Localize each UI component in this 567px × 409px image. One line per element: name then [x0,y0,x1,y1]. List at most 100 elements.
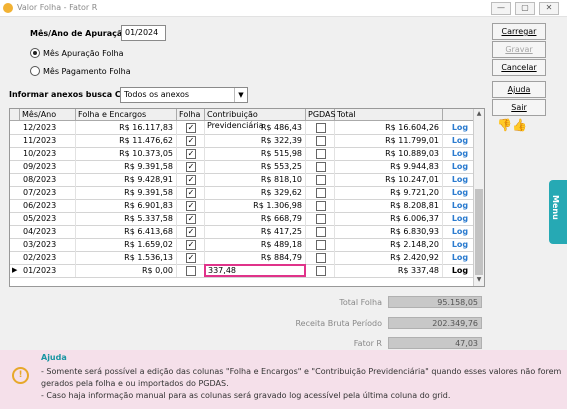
log-link[interactable]: Log [448,121,472,134]
cell-mes-ano[interactable]: 10/2023 [20,147,76,160]
pgdas-checkbox[interactable] [316,214,326,224]
cell-contribuicao[interactable]: R$ 489,18 [205,238,306,251]
table-row[interactable]: 11/2023 R$ 11.476,62 ✓ R$ 322,39 R$ 11.799,0… [10,134,474,148]
pgdas-checkbox[interactable] [316,136,326,146]
table-row[interactable]: 08/2023 R$ 9.428,91 ✓ R$ 818,10 R$ 10.247,01… [10,173,474,187]
scroll-down-icon[interactable]: ▼ [475,276,483,284]
folha-checkbox[interactable]: ✓ [186,188,196,198]
chevron-down-icon[interactable]: ▼ [234,88,247,102]
close-button[interactable]: ✕ [539,2,559,15]
gravar-button[interactable]: Gravar [492,41,546,58]
folha-checkbox[interactable]: ✓ [186,227,196,237]
header-folha[interactable]: Folha [177,109,205,120]
menu-side-tab[interactable]: Menu [549,180,567,244]
header-contribuicao[interactable]: Contribuição Previdenciária [205,109,306,130]
folha-checkbox[interactable]: ✓ [186,253,196,263]
log-link[interactable]: Log [448,199,472,212]
table-row[interactable]: ▶ 01/2023 R$ 0,00 337,48 R$ 337,48 Log [10,264,474,278]
contribuicao-edit-input[interactable]: 337,48 [204,264,306,277]
log-link[interactable]: Log [448,264,472,277]
table-row[interactable]: 12/2023 R$ 16.117,83 ✓ R$ 486,43 R$ 16.604,2… [10,121,474,135]
log-link[interactable]: Log [448,134,472,147]
cell-contribuicao[interactable]: R$ 884,79 [205,251,306,264]
cell-folha-encargos[interactable]: R$ 1.536,13 [76,251,177,264]
cell-mes-ano[interactable]: 08/2023 [20,173,76,186]
cell-folha-encargos[interactable]: R$ 9.428,91 [76,173,177,186]
cell-folha-encargos[interactable]: R$ 6.413,68 [76,225,177,238]
table-row[interactable]: 02/2023 R$ 1.536,13 ✓ R$ 884,79 R$ 2.420,92 L… [10,251,474,265]
maximize-button[interactable]: ▢ [515,2,535,15]
table-row[interactable]: 04/2023 R$ 6.413,68 ✓ R$ 417,25 R$ 6.830,93 L… [10,225,474,239]
cell-contribuicao[interactable]: R$ 417,25 [205,225,306,238]
header-mes-ano[interactable]: Mês/Ano [20,109,76,120]
anexos-select[interactable]: Todos os anexos ▼ [120,87,248,103]
cell-mes-ano[interactable]: 01/2023 [20,264,76,277]
thumbs-feedback-icon[interactable]: 👎👍 [497,118,527,132]
cell-contribuicao[interactable]: R$ 486,43 [205,121,306,134]
radio-button[interactable] [30,66,40,76]
log-link[interactable]: Log [448,251,472,264]
table-row[interactable]: 07/2023 R$ 9.391,58 ✓ R$ 329,62 R$ 9.721,20 L… [10,186,474,200]
folha-checkbox[interactable] [186,266,196,276]
log-link[interactable]: Log [448,160,472,173]
pgdas-checkbox[interactable] [316,253,326,263]
header-folha-encargos[interactable]: Folha e Encargos [76,109,177,120]
cell-mes-ano[interactable]: 06/2023 [20,199,76,212]
ajuda-button[interactable]: Ajuda [492,81,546,98]
radio-mes-pagamento[interactable]: Mês Pagamento Folha [30,66,131,76]
cell-mes-ano[interactable]: 11/2023 [20,134,76,147]
folha-checkbox[interactable]: ✓ [186,149,196,159]
pgdas-checkbox[interactable] [316,149,326,159]
cell-folha-encargos[interactable]: R$ 16.117,83 [76,121,177,134]
radio-mes-apuracao[interactable]: Mês Apuração Folha [30,48,124,58]
folha-checkbox[interactable]: ✓ [186,123,196,133]
log-link[interactable]: Log [448,147,472,160]
radio-button-selected[interactable] [30,48,40,58]
cell-folha-encargos[interactable]: R$ 1.659,02 [76,238,177,251]
table-row[interactable]: 06/2023 R$ 6.901,83 ✓ R$ 1.306,98 R$ 8.208,8… [10,199,474,213]
data-grid[interactable]: Mês/Ano Folha e Encargos Folha Contribui… [9,108,485,287]
cell-folha-encargos[interactable]: R$ 6.901,83 [76,199,177,212]
cell-folha-encargos[interactable]: R$ 5.337,58 [76,212,177,225]
cell-folha-encargos[interactable]: R$ 10.373,05 [76,147,177,160]
table-row[interactable]: 09/2023 R$ 9.391,58 ✓ R$ 553,25 R$ 9.944,83 L… [10,160,474,174]
folha-checkbox[interactable]: ✓ [186,240,196,250]
pgdas-checkbox[interactable] [316,188,326,198]
folha-checkbox[interactable]: ✓ [186,214,196,224]
log-link[interactable]: Log [448,173,472,186]
pgdas-checkbox[interactable] [316,201,326,211]
log-link[interactable]: Log [448,225,472,238]
carregar-button[interactable]: Carregar [492,23,546,40]
cell-contribuicao[interactable]: R$ 329,62 [205,186,306,199]
minimize-button[interactable]: — [491,2,511,15]
cell-mes-ano[interactable]: 12/2023 [20,121,76,134]
cell-contribuicao[interactable]: R$ 515,98 [205,147,306,160]
cell-folha-encargos[interactable]: R$ 9.391,58 [76,160,177,173]
scroll-up-icon[interactable]: ▲ [475,110,483,118]
log-link[interactable]: Log [448,212,472,225]
folha-checkbox[interactable]: ✓ [186,175,196,185]
folha-checkbox[interactable]: ✓ [186,136,196,146]
cell-folha-encargos[interactable]: R$ 9.391,58 [76,186,177,199]
cell-folha-encargos[interactable]: R$ 11.476,62 [76,134,177,147]
sair-button[interactable]: Sair [492,99,546,116]
cell-contribuicao[interactable]: R$ 668,79 [205,212,306,225]
mes-ano-input[interactable]: 01/2024 [121,25,166,41]
pgdas-checkbox[interactable] [316,162,326,172]
cell-mes-ano[interactable]: 04/2023 [20,225,76,238]
cell-contribuicao[interactable]: R$ 1.306,98 [205,199,306,212]
cell-mes-ano[interactable]: 09/2023 [20,160,76,173]
cell-contribuicao[interactable]: R$ 553,25 [205,160,306,173]
cell-contribuicao[interactable]: R$ 818,10 [205,173,306,186]
pgdas-checkbox[interactable] [316,266,326,276]
log-link[interactable]: Log [448,238,472,251]
pgdas-checkbox[interactable] [316,227,326,237]
header-pgdas[interactable]: PGDAS [306,109,336,120]
folha-checkbox[interactable]: ✓ [186,162,196,172]
table-row[interactable]: 03/2023 R$ 1.659,02 ✓ R$ 489,18 R$ 2.148,20 L… [10,238,474,252]
table-row[interactable]: 10/2023 R$ 10.373,05 ✓ R$ 515,98 R$ 10.889,0… [10,147,474,161]
pgdas-checkbox[interactable] [316,240,326,250]
cell-mes-ano[interactable]: 07/2023 [20,186,76,199]
log-link[interactable]: Log [448,186,472,199]
cell-mes-ano[interactable]: 03/2023 [20,238,76,251]
